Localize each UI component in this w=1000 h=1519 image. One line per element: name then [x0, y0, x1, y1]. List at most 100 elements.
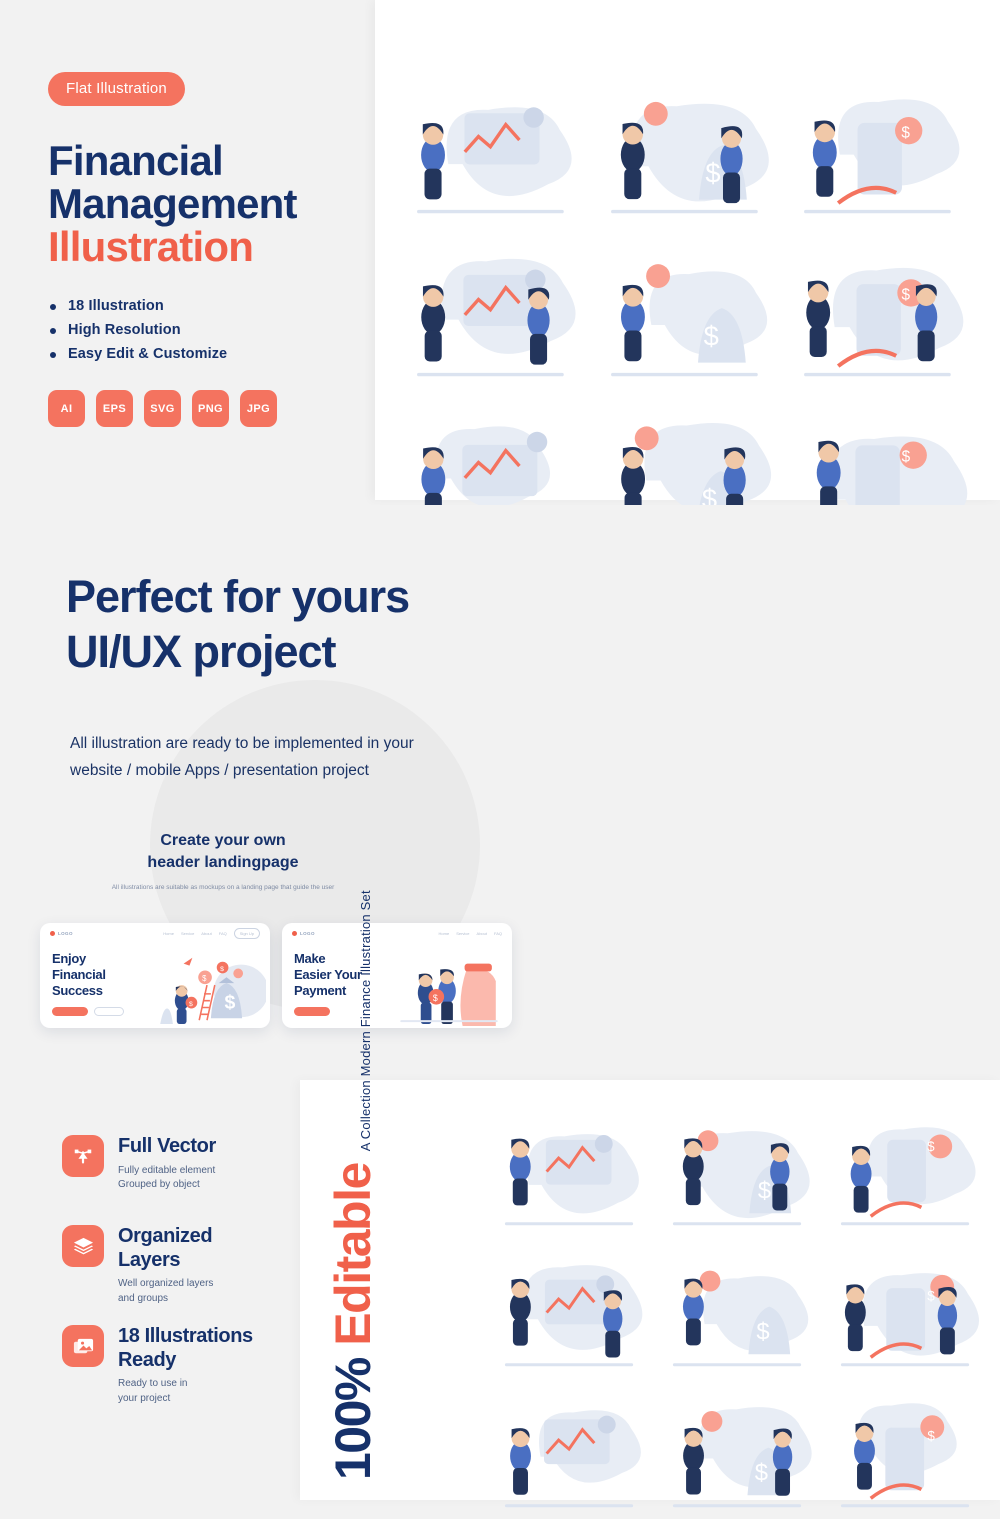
business-analytics-desk: $ — [610, 101, 769, 214]
hand-giving-money: $ — [840, 1273, 980, 1367]
svg-text:$: $ — [927, 1429, 935, 1444]
illustration-cell[interactable]: $ — [826, 1100, 990, 1237]
illustration-cell[interactable] — [400, 233, 588, 390]
primary-button[interactable] — [294, 1006, 330, 1016]
benefit-item-illustrations-ready: 18 Illustrations Ready Ready to use in y… — [62, 1325, 253, 1406]
illustration-cell[interactable]: $ — [594, 70, 782, 227]
title-line-2: Management — [48, 179, 298, 227]
svg-text:$: $ — [202, 974, 207, 983]
secondary-button[interactable] — [94, 1006, 124, 1016]
mountain-goal-climb: $ — [804, 99, 960, 214]
illustration-cell[interactable]: $ — [826, 1241, 990, 1378]
web-mockup-logo-label: LOGO — [58, 930, 73, 936]
benefit-title-line-1: Organized — [118, 1225, 213, 1247]
title-line-1: Financial — [48, 137, 224, 184]
coin-ladder-savings: $ — [840, 1403, 970, 1508]
pen-tool-icon — [62, 1135, 104, 1177]
svg-text:$: $ — [927, 1139, 935, 1154]
svg-text:$: $ — [755, 1460, 768, 1487]
family-home-savings — [504, 1265, 643, 1367]
illustration-cell[interactable]: $ — [658, 1382, 822, 1519]
web-mockup-hero: Enjoy Financial Success $ $ $ $ — [40, 943, 270, 1028]
web-mockup-navbar: LOGO Home Service About FAQ — [282, 923, 512, 943]
svg-text:$: $ — [220, 966, 224, 973]
header-landingpage-block: Create your own header landingpage All i… — [88, 830, 358, 893]
primary-button[interactable] — [52, 1006, 88, 1016]
vertical-subtitle: A Collection Modern Finance Illustration… — [358, 890, 373, 1152]
image-icon — [62, 1325, 104, 1367]
nav-link[interactable]: FAQ — [494, 931, 502, 936]
illustration-cell[interactable]: $ — [787, 70, 975, 227]
list-item: High Resolution — [48, 322, 378, 338]
nav-link[interactable]: FAQ — [219, 931, 227, 936]
showcase-subtitle: All illustration are ready to be impleme… — [70, 735, 414, 780]
showcase-heading: Perfect for yours UI/UX project — [66, 570, 586, 680]
vertical-number: 100% — [325, 1358, 381, 1480]
svg-text:$: $ — [902, 286, 911, 303]
partnership-handshake — [417, 258, 576, 377]
benefit-desc-line-1: Ready to use in — [118, 1378, 188, 1390]
svg-text:$: $ — [433, 993, 438, 1003]
nav-link[interactable]: Service — [456, 931, 469, 936]
benefit-item-full-vector: Full Vector Fully editable element Group… — [62, 1135, 216, 1193]
web-mockup-nav-links: Home Service About FAQ Sign Up — [163, 927, 260, 939]
web-mockup-card[interactable]: LOGO Home Service About FAQ Make Easier … — [282, 923, 512, 1028]
illustration-cell[interactable] — [400, 70, 588, 227]
svg-text:$: $ — [758, 1177, 771, 1204]
logo-dot-icon — [50, 930, 55, 936]
header-block-title-2: header landingpage — [147, 853, 299, 871]
svg-text:$: $ — [902, 449, 911, 466]
svg-text:$: $ — [902, 124, 911, 141]
illustration-cell[interactable] — [490, 1241, 654, 1378]
illustration-cell[interactable] — [490, 1100, 654, 1237]
format-pill-jpg: JPG — [240, 390, 277, 428]
format-pill-ai: AI — [48, 390, 85, 428]
svg-text:$: $ — [756, 1319, 769, 1346]
format-pill-png: PNG — [192, 390, 229, 428]
web-mockup-card[interactable]: LOGO Home Service About FAQ Sign Up Enjo… — [40, 923, 270, 1028]
web-mockup-logo: LOGO — [292, 930, 315, 936]
benefit-desc-line-2: and groups — [118, 1292, 169, 1304]
title-line-3: Illustration — [48, 222, 254, 270]
benefit-item-organized-layers: Organized Layers Well organized layers a… — [62, 1225, 213, 1306]
hero-text-column: Flat Illustration Financial Management I… — [48, 72, 378, 428]
web-mockup-hero: Make Easier Your Payment $ — [282, 943, 512, 1028]
illustration-cell[interactable]: $ — [826, 1382, 990, 1519]
illustration-grid-top: $ $ $ $ $ $ — [400, 70, 975, 540]
money-bag-ladder-illustration: $ $ $ $ — [160, 957, 266, 1025]
mobile-card-payment: $ — [672, 1130, 810, 1226]
showcase-section: $ $ $ $ $ $ Perfect for yours UI/UX proj… — [0, 505, 1000, 1080]
list-item: 18 Illustration — [48, 298, 378, 314]
benefit-desc-line-2: Grouped by object — [118, 1179, 200, 1191]
showcase-heading-line-1: Perfect for yours — [66, 571, 410, 622]
nav-link[interactable]: Service — [181, 931, 194, 936]
svg-text:$: $ — [225, 991, 236, 1013]
illustration-cell[interactable]: $ — [658, 1100, 822, 1237]
nav-link[interactable]: About — [201, 931, 211, 936]
hero-badge: Flat Illustration — [48, 72, 185, 106]
web-mockup-nav-links: Home Service About FAQ — [439, 931, 502, 936]
benefit-title-line-2: Ready — [118, 1348, 177, 1371]
header-block-title-1: Create your own — [160, 832, 286, 849]
woman-online-banking — [504, 1410, 641, 1508]
illustration-grid-bottom: $ $ $ $ $ $ — [490, 1100, 990, 1508]
illustration-cell[interactable]: $ — [658, 1241, 822, 1378]
format-pill-svg: SVG — [144, 390, 181, 428]
nav-cta-button[interactable]: Sign Up — [233, 927, 260, 939]
global-money-transfer — [504, 1134, 639, 1226]
web-mockup-logo: LOGO — [50, 930, 73, 936]
illustration-cell[interactable]: $ — [787, 233, 975, 390]
poster-page: Flat Illustration Financial Management I… — [0, 0, 1000, 1508]
logo-dot-icon — [292, 930, 297, 936]
nav-link[interactable]: About — [477, 931, 487, 936]
nav-link[interactable]: Home — [163, 931, 174, 936]
illustration-cell[interactable]: $ — [594, 233, 782, 390]
benefit-title-line-1: 18 Illustrations — [118, 1325, 253, 1347]
list-item: Easy Edit & Customize — [48, 346, 378, 362]
nav-link[interactable]: Home — [439, 931, 450, 936]
illustration-cell[interactable] — [490, 1382, 654, 1519]
format-pill-eps: EPS — [96, 390, 133, 428]
hero-section: Flat Illustration Financial Management I… — [0, 0, 1000, 540]
benefit-desc-line-1: Fully editable element — [118, 1164, 216, 1176]
svg-text:$: $ — [189, 1001, 193, 1008]
